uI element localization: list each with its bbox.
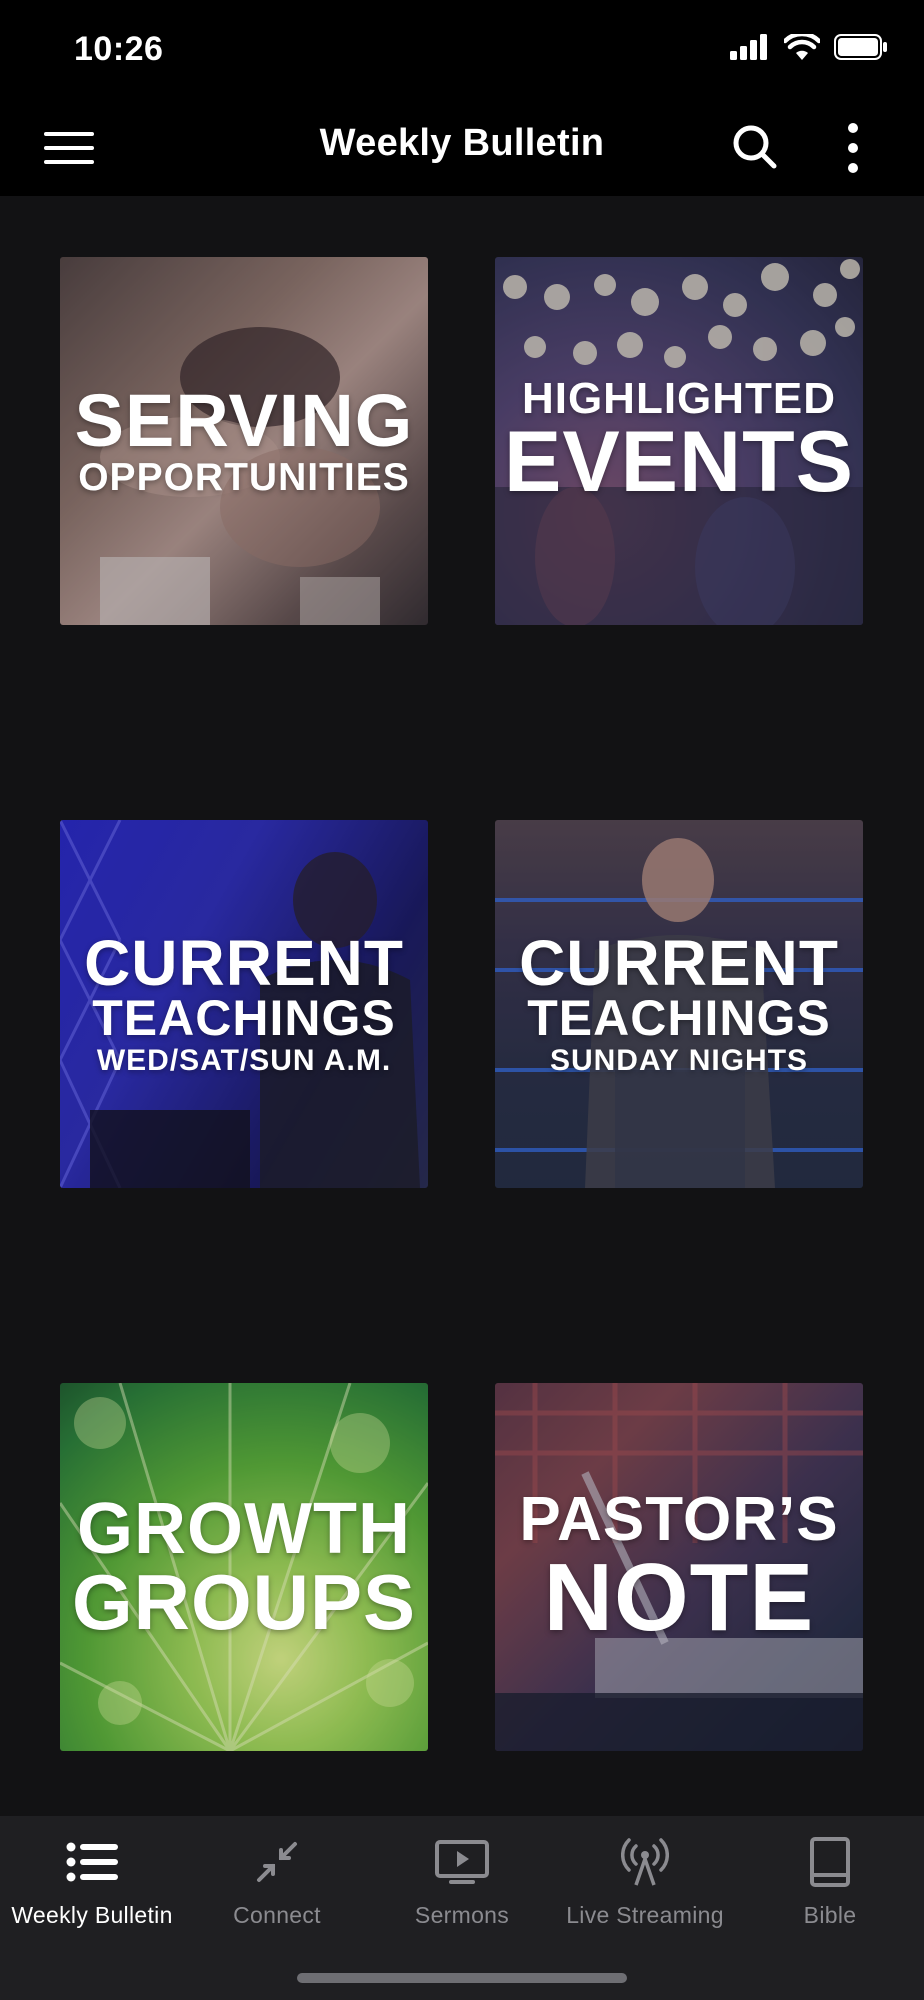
tile-title-line: NOTE (543, 1543, 815, 1651)
tab-label: Sermons (414, 1902, 510, 1928)
tile-title-line: GROUPS (71, 1558, 417, 1647)
connect-arrows-icon (257, 1842, 297, 1882)
status-bar: 10:26 (0, 0, 924, 100)
tile-serving-opportunities[interactable]: SERVING OPPORTUNITIES (60, 257, 428, 625)
tile-title-line: CURRENT (84, 926, 404, 999)
tile-title-line: WED/SAT/SUN A.M. (96, 1043, 392, 1077)
tile-title-line: TEACHINGS (92, 990, 396, 1047)
battery-icon (834, 34, 887, 60)
tile-title-line: OPPORTUNITIES (78, 455, 410, 499)
cellular-signal-icon (730, 34, 767, 60)
tab-sermons[interactable]: Sermons (370, 1834, 554, 1929)
tab-label: Connect (233, 1902, 321, 1928)
more-vertical-icon (848, 123, 858, 173)
tab-label: Live Streaming (566, 1902, 724, 1928)
tile-pastors-note[interactable]: PASTOR’S NOTE (495, 1383, 863, 1751)
search-icon (733, 125, 777, 169)
app-screen: 10:26 Weekly Bulletin SERVING OPPORTUNIT… (0, 0, 924, 2000)
tab-bible[interactable]: Bible (738, 1834, 922, 1929)
list-icon (66, 1842, 118, 1882)
tile-title-line: TEACHINGS (527, 990, 831, 1047)
tab-connect[interactable]: Connect (185, 1834, 369, 1929)
page-title: Weekly Bulletin (319, 122, 605, 164)
tile-title-line: EVENTS (503, 414, 855, 511)
video-play-icon (435, 1840, 489, 1884)
tile-title-line: CURRENT (519, 926, 839, 999)
broadcast-icon (621, 1838, 669, 1886)
tile-title-line: GROWTH (77, 1488, 411, 1569)
tab-weekly-bulletin[interactable]: Weekly Bulletin (0, 1834, 184, 1929)
app-header: Weekly Bulletin (0, 100, 924, 196)
tab-live-streaming[interactable]: Live Streaming (553, 1834, 737, 1929)
book-icon (810, 1837, 850, 1887)
tile-highlighted-events[interactable]: HIGHLIGHTED EVENTS (495, 257, 863, 625)
home-indicator[interactable] (297, 1973, 627, 1983)
tile-current-teachings-weekday[interactable]: CURRENT TEACHINGS WED/SAT/SUN A.M. (60, 820, 428, 1188)
more-options-button[interactable] (838, 122, 868, 174)
status-icons (730, 34, 888, 60)
tile-title-line: SERVING (74, 379, 414, 463)
tab-label: Bible (803, 1902, 857, 1928)
tile-current-teachings-sunday[interactable]: CURRENT TEACHINGS SUNDAY NIGHTS (495, 820, 863, 1188)
tile-title-line: SUNDAY NIGHTS (549, 1043, 809, 1077)
tab-label: Weekly Bulletin (11, 1902, 173, 1928)
search-button[interactable] (730, 122, 780, 172)
status-time: 10:26 (74, 30, 164, 68)
wifi-icon (784, 34, 820, 60)
tile-title-line: PASTOR’S (519, 1484, 839, 1554)
tile-growth-groups[interactable]: GROWTH GROUPS (60, 1383, 428, 1751)
